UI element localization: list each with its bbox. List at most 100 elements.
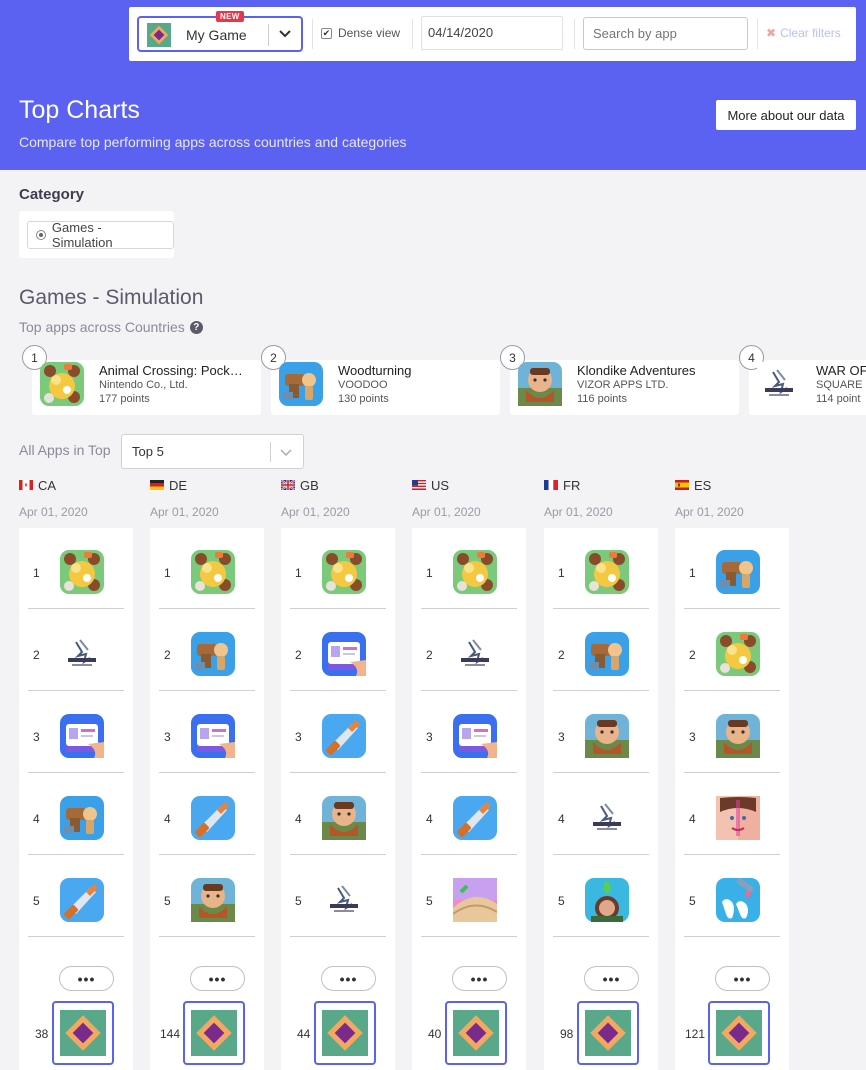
top-app-card[interactable]: 1 Animal Crossing: Pock… Nintendo Co., L…: [22, 345, 261, 415]
ranking-row[interactable]: 2: [412, 610, 526, 692]
ranking-row[interactable]: 5: [544, 856, 658, 938]
rank-number: 5: [295, 894, 302, 908]
row-divider: [553, 772, 649, 773]
row-divider: [28, 690, 124, 691]
top-app-card[interactable]: 2 Woodturning VOODOO 130 points: [261, 345, 500, 415]
ranking-row[interactable]: 4: [675, 774, 789, 856]
rank-number: 2: [426, 648, 433, 662]
show-more-button[interactable]: •••: [321, 966, 376, 991]
chevron-down-icon[interactable]: [278, 26, 292, 45]
ranking-row[interactable]: 2: [19, 610, 133, 692]
rank-number: 3: [164, 730, 171, 744]
ranking-row[interactable]: 1: [412, 528, 526, 610]
country-code: ES: [694, 478, 712, 493]
ranking-row[interactable]: 2: [544, 610, 658, 692]
ranking-row[interactable]: 4: [150, 774, 264, 856]
rank-number: 4: [164, 812, 171, 826]
my-app-rank: 40: [428, 1027, 442, 1041]
ranking-row[interactable]: 3: [675, 692, 789, 774]
woodturning-icon: [279, 362, 323, 411]
rank-number: 4: [689, 812, 696, 826]
date-input[interactable]: 04/14/2020: [421, 16, 563, 50]
row-divider: [290, 772, 386, 773]
ranking-row[interactable]: 2: [675, 610, 789, 692]
ranking-row[interactable]: 1: [19, 528, 133, 610]
section-subtitle-text: Top apps across Countries: [19, 319, 185, 335]
my-game-icon: [322, 1010, 368, 1061]
clear-filters-button[interactable]: ✖ Clear filters: [766, 26, 841, 40]
country-header: ES: [675, 478, 711, 493]
rank-number: 5: [164, 894, 171, 908]
top-app-card[interactable]: 4 WAR OF SQUARE 114 point: [739, 345, 866, 415]
dense-view-checkbox[interactable]: ✔: [321, 27, 332, 39]
ranking-row[interactable]: 1: [675, 528, 789, 610]
ranking-list: 1 2 3 4 5: [412, 528, 526, 1070]
header-banner: My Game NEW ✔ Dense view 04/14/2020 ✖Cle…: [0, 0, 866, 170]
ranking-row[interactable]: 1: [150, 528, 264, 610]
ranking-row[interactable]: 5: [412, 856, 526, 938]
my-app-rank-row[interactable]: 40: [412, 1000, 526, 1066]
my-app-rank-row[interactable]: 144: [150, 1000, 264, 1066]
rank-number: 4: [426, 812, 433, 826]
select-divider: [268, 24, 269, 46]
ranking-row[interactable]: 5: [19, 856, 133, 938]
row-divider: [159, 772, 255, 773]
show-more-button[interactable]: •••: [715, 966, 770, 991]
klondike-icon: [322, 796, 366, 845]
clear-filters-label: Clear filters: [780, 26, 841, 40]
dense-view-toggle[interactable]: ✔ Dense view: [321, 26, 400, 40]
ranking-row[interactable]: 3: [544, 692, 658, 774]
ranking-row[interactable]: 2: [150, 610, 264, 692]
show-more-button[interactable]: •••: [452, 966, 507, 991]
ranking-row[interactable]: 3: [412, 692, 526, 774]
ranking-row[interactable]: 5: [675, 856, 789, 938]
show-more-button[interactable]: •••: [59, 966, 114, 991]
row-divider: [421, 936, 517, 937]
ranking-row[interactable]: 4: [281, 774, 395, 856]
category-option-label: Games - Simulation: [51, 220, 113, 250]
ranking-row[interactable]: 3: [281, 692, 395, 774]
my-app-highlight: [708, 1001, 770, 1065]
my-app-rank: 144: [160, 1027, 181, 1041]
id-card-icon: [453, 714, 497, 763]
country-code: DE: [169, 478, 188, 493]
my-game-icon: [147, 23, 171, 52]
help-icon[interactable]: ?: [189, 320, 203, 334]
top-app-developer: Nintendo Co., Ltd.: [99, 379, 188, 391]
ranking-list: 1 2 3 4 5: [544, 528, 658, 1070]
country-date: Apr 01, 2020: [675, 505, 744, 519]
app-select[interactable]: My Game NEW: [137, 11, 303, 52]
top-app-card[interactable]: 3 Klondike Adventures VIZOR APPS LTD. 11…: [500, 345, 739, 415]
ranking-row[interactable]: 2: [281, 610, 395, 692]
my-app-rank-row[interactable]: 98: [544, 1000, 658, 1066]
rank-number: 4: [558, 812, 565, 826]
show-more-button[interactable]: •••: [584, 966, 639, 991]
all-apps-label: All Apps in Top: [19, 442, 111, 458]
show-more-button[interactable]: •••: [190, 966, 245, 991]
my-app-rank-row[interactable]: 38: [19, 1000, 133, 1066]
ranking-row[interactable]: 5: [150, 856, 264, 938]
ranking-row[interactable]: 3: [19, 692, 133, 774]
search-app-input[interactable]: [583, 17, 748, 50]
ranking-row[interactable]: 3: [150, 692, 264, 774]
ranking-row[interactable]: 5: [281, 856, 395, 938]
my-app-rank-row[interactable]: 44: [281, 1000, 395, 1066]
new-badge: NEW: [216, 11, 244, 22]
top-n-select[interactable]: Top 5: [121, 434, 304, 469]
ranking-list: 1 2 3 4 5: [675, 528, 789, 1070]
ranking-row[interactable]: 4: [412, 774, 526, 856]
top-app-developer: VOODOO: [338, 379, 388, 391]
ranking-row[interactable]: 4: [19, 774, 133, 856]
category-panel: Games - Simulation: [19, 211, 174, 258]
category-option[interactable]: Games - Simulation: [27, 220, 174, 250]
chevron-down-icon[interactable]: [279, 445, 293, 464]
ranking-row[interactable]: 1: [544, 528, 658, 610]
my-game-icon: [60, 1010, 106, 1061]
ranking-row[interactable]: 4: [544, 774, 658, 856]
ranking-row[interactable]: 1: [281, 528, 395, 610]
war-of-visions-icon: [322, 878, 366, 927]
my-app-rank-row[interactable]: 121: [675, 1000, 789, 1066]
knife-icon: [453, 796, 497, 845]
rank-number: 3: [558, 730, 565, 744]
more-about-data-button[interactable]: More about our data: [716, 100, 856, 130]
